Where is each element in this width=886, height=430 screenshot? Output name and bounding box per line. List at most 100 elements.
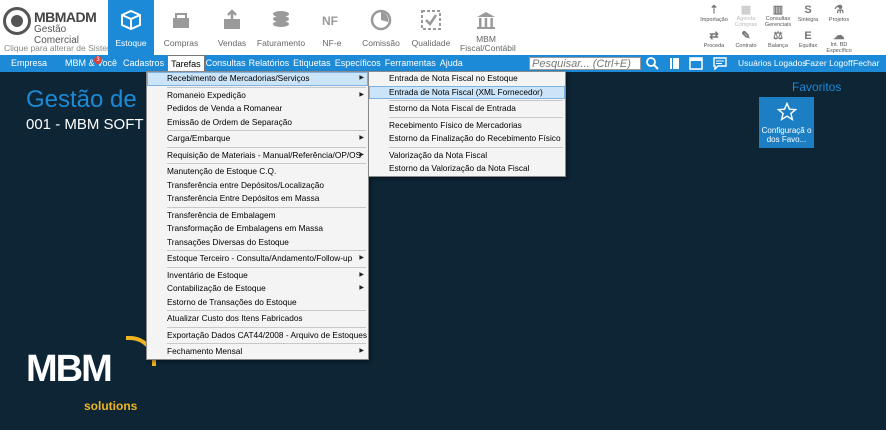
ribbon-button-comissao[interactable]: Comissão (358, 0, 404, 55)
logged-users-link[interactable]: Usuários Logados (738, 55, 807, 72)
favorites-config-tile[interactable]: Configuraçã o dos Favo... (759, 97, 814, 148)
shortcut-importacao[interactable]: ⇡ Importação (696, 4, 732, 28)
building-icon (475, 8, 497, 32)
ribbon-button-compras[interactable]: Compras (160, 0, 202, 55)
menu-item[interactable]: Estoque Terceiro - Consulta/Andamento/Fo… (147, 252, 368, 266)
shortcut-projetos[interactable]: ⚗ Projetos (821, 4, 857, 28)
menu-separator (389, 116, 563, 118)
menu-item-label: Recebimento de Mercadorias/Serviços (167, 73, 310, 83)
report-icon: ▥ (772, 3, 784, 16)
submenu-arrow-icon: ▶ (359, 285, 364, 291)
menu-item[interactable]: Emissão de Ordem de Separação (147, 116, 368, 130)
menu-item-label: Estoque Terceiro - Consulta/Andamento/Fo… (167, 253, 353, 263)
menu-item[interactable]: Transferência Entre Depósitos em Massa (147, 192, 368, 206)
shortcut-proceda[interactable]: ⇄ Proceda (696, 30, 732, 54)
cloud-icon: ☁ (833, 29, 845, 42)
window-icon[interactable] (688, 56, 703, 71)
menu-item[interactable]: Atualizar Custo dos Itens Fabricados (147, 312, 368, 326)
logoff-link[interactable]: Fazer Logoff (805, 55, 853, 72)
chat-icon[interactable] (712, 56, 727, 71)
menu-cadastros[interactable]: Cadastros (120, 55, 167, 72)
shortcut-label: Contrato (735, 43, 757, 49)
menu-item[interactable]: Valorização da Nota Fiscal (369, 149, 565, 163)
system-switcher-logo[interactable]: MBMADM Gestão Comercial Clique para alte… (0, 0, 119, 55)
menu-item[interactable]: Transações Diversas do Estoque (147, 236, 368, 250)
menu-item[interactable]: Pedidos de Venda a Romanear (147, 102, 368, 116)
menu-consultas[interactable]: Consultas (205, 55, 247, 72)
scale-icon: ⚖ (773, 30, 783, 42)
submenu-arrow-icon: ▶ (359, 91, 364, 98)
calendar-icon: ▦ (740, 3, 752, 16)
ribbon-label: Qualidade (411, 38, 451, 48)
menu-item[interactable]: Exportação Dados CAT44/2008 - Arquivo de… (147, 329, 368, 343)
menu-item[interactable]: Romaneio Expedição ▶ (147, 89, 368, 103)
ribbon-button-nfe[interactable]: NF NF-e (314, 0, 350, 55)
ribbon-label: Comissão (362, 38, 400, 48)
menu-mbm-voce[interactable]: MBM & Você (62, 55, 120, 72)
menu-item[interactable]: Entrada de Nota Fiscal no Estoque (369, 72, 565, 86)
sintegra-icon: S (804, 4, 812, 16)
ribbon-button-fiscal[interactable]: MBM Fiscal/Contábil (458, 0, 516, 55)
menu-item[interactable]: Transformação de Embalagens em Massa (147, 222, 368, 236)
ribbon-button-qualidade[interactable]: Qualidade (410, 0, 452, 55)
menu-item-label: Estorno da Finalização do Recebimento Fí… (389, 133, 561, 143)
menu-relatorios[interactable]: Relatórios (247, 55, 292, 72)
welcome-title: Gestão de (26, 86, 137, 113)
book-icon[interactable] (667, 56, 682, 71)
shortcut-label: Balança (768, 43, 788, 49)
tarefas-dropdown: Recebimento de Mercadorias/Serviços ▶ Roma… (146, 71, 369, 360)
menu-item-label: Transações Diversas do Estoque (167, 236, 289, 247)
menu-especificos[interactable]: Específicos (333, 55, 383, 72)
menu-etiquetas[interactable]: Etiquetas (291, 55, 333, 72)
menu-item[interactable]: Transferência entre Depósitos/Localizaçã… (147, 179, 368, 193)
menu-item[interactable]: Entrada de Nota Fiscal (XML Fornecedor) (369, 85, 565, 99)
menu-item[interactable]: Requisição de Materiais - Manual/Referên… (147, 149, 368, 163)
menu-ferramentas[interactable]: Ferramentas (383, 55, 438, 72)
menu-item[interactable]: Estorno da Valorização da Nota Fiscal (369, 162, 565, 176)
menu-item[interactable]: Contabilização de Estoque ▶ (147, 282, 368, 296)
menu-item[interactable]: Transferência de Embalagem (147, 209, 368, 223)
shortcut-contrato[interactable]: ✎ Contrato (728, 30, 764, 54)
menu-ajuda[interactable]: Ajuda (438, 55, 465, 72)
close-link[interactable]: Fechar (853, 55, 879, 72)
submenu-arrow-icon: ▶ (359, 255, 364, 261)
menu-empresa[interactable]: Empresa (8, 55, 50, 72)
flask-icon: ⚗ (834, 4, 844, 16)
menu-separator (389, 100, 563, 101)
sales-icon (221, 8, 243, 32)
ribbon-button-estoque[interactable]: Estoque (108, 0, 154, 55)
shortcut-int-bd[interactable]: ☁ Int. BD Específico (821, 30, 857, 54)
menu-separator (167, 206, 366, 208)
menu-item[interactable]: Fechamento Mensal ▶ (147, 345, 368, 359)
svg-text:NF: NF (322, 14, 338, 28)
ribbon-label: NF-e (322, 38, 342, 48)
menu-item-label: Requisição de Materiais - Manual/Referên… (167, 149, 362, 160)
pie-icon (370, 8, 392, 32)
menu-item[interactable]: Estorno de Transações do Estoque (147, 296, 368, 310)
submenu-arrow-icon: ▶ (359, 151, 364, 158)
search-icon[interactable] (645, 56, 660, 71)
menu-item[interactable]: Manutenção de Estoque C.Q. (147, 165, 368, 179)
menu-separator (389, 146, 563, 148)
ribbon-button-faturamento[interactable]: Faturamento (256, 0, 306, 55)
menu-item[interactable]: Inventário de Estoque ▶ (147, 269, 368, 283)
menu-item[interactable]: Recebimento Físico de Mercadorias (369, 119, 565, 133)
menu-item-label: Pedidos de Venda a Romanear (167, 103, 283, 113)
menu-item[interactable]: Estorno da Finalização do Recebimento Fí… (369, 132, 565, 146)
menu-item[interactable]: Estorno da Nota Fiscal de Entrada (369, 102, 565, 116)
menu-item-label: Estorno da Valorização da Nota Fiscal (389, 163, 530, 173)
import-icon: ⇡ (709, 4, 719, 16)
favorites-title: Favoritos (792, 80, 842, 94)
ribbon-button-vendas[interactable]: Vendas (212, 0, 252, 55)
shortcut-label: Sintegra (797, 17, 819, 23)
brand-sub: solutions (84, 399, 138, 413)
menu-item[interactable]: Carga/Embarque ▶ (147, 132, 368, 146)
shortcut-label: Proceda (703, 43, 725, 49)
ribbon-label: MBM Fiscal/Contábil (460, 34, 516, 53)
menu-item[interactable]: Recebimento de Mercadorias/Serviços ▶ (147, 72, 368, 86)
menu-item-label: Inventário de Estoque (167, 269, 248, 280)
search-input[interactable]: Pesquisar... (Ctrl+E) (529, 57, 641, 70)
shortcut-agenda-compras[interactable]: ▦ Agenda Compras (728, 4, 764, 28)
menu-item-label: Carga/Embarque (167, 133, 231, 143)
menu-tarefas[interactable]: Tarefas (167, 55, 205, 72)
